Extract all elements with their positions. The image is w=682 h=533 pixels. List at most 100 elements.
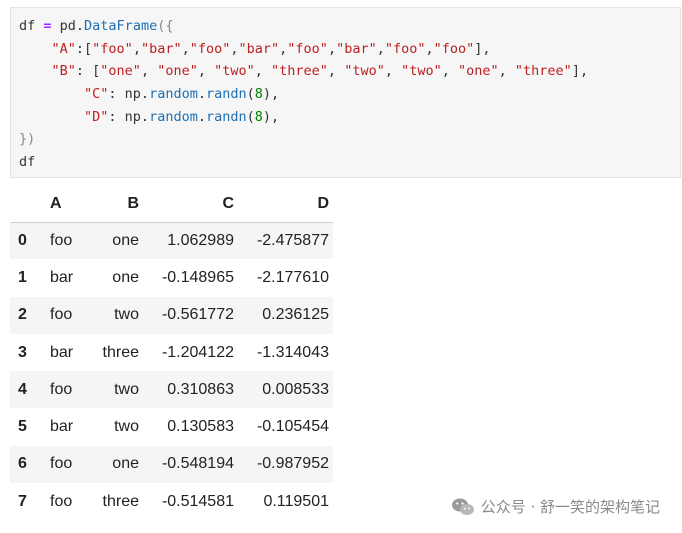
code-token: "three" <box>514 63 572 80</box>
row-index-cell: 7 <box>18 492 27 510</box>
row-index-cell: 0 <box>18 231 27 249</box>
code-token: , <box>230 40 239 57</box>
cell-d: -2.475877 <box>256 231 329 249</box>
code-token: : np. <box>108 108 150 125</box>
code-editor[interactable]: df = pd.DataFrame({ "A":["foo","bar","fo… <box>19 15 680 174</box>
dataframe-output: A B C D 0 foo one 1.062989 -2.475877 1 bar one -… <box>10 186 333 521</box>
column-header-b: B <box>87 186 143 223</box>
watermark-text: 公众号 · 舒一笑的架构笔记 <box>480 498 660 516</box>
code-token: ), <box>262 86 280 103</box>
column-header-a: A <box>42 186 87 223</box>
cell-c: -0.148965 <box>161 268 234 286</box>
code-line: "B": [ "one", "one", "two", "three", "two… <box>19 60 680 83</box>
column-header-c: C <box>143 186 238 223</box>
code-token: "B" <box>51 63 76 80</box>
row-index-cell: 3 <box>18 343 27 361</box>
code-token: "A" <box>51 40 76 57</box>
cell-c: -0.514581 <box>161 492 234 510</box>
cell-c: 0.310863 <box>167 380 234 398</box>
code-token: , <box>441 63 458 80</box>
code-token: "D" <box>84 108 109 125</box>
code-token: }) <box>19 131 36 148</box>
cell-b: three <box>102 492 139 510</box>
code-token: "one" <box>458 63 499 80</box>
cell-c: 1.062989 <box>167 231 234 249</box>
code-token: , <box>327 40 337 57</box>
code-token: "C" <box>84 86 109 103</box>
code-token: df <box>19 154 36 171</box>
code-token: df <box>19 18 44 34</box>
cell-c: 0.130583 <box>167 418 234 436</box>
cell-b: three <box>102 343 139 361</box>
code-token: , <box>132 40 141 57</box>
code-token: random <box>149 86 198 103</box>
code-token: 8 <box>254 86 263 103</box>
cell-b: two <box>114 380 139 398</box>
code-token: . <box>197 108 206 125</box>
code-token: "one" <box>157 63 198 80</box>
code-token: 8 <box>254 108 263 125</box>
code-token: ( <box>246 108 255 125</box>
code-token: : np. <box>108 86 150 103</box>
code-token: "foo" <box>384 40 426 57</box>
cell-d: 0.008533 <box>262 380 329 398</box>
cell-b: two <box>114 418 139 436</box>
code-token: , <box>425 40 434 57</box>
table-row: 4 foo two 0.310863 0.008533 <box>10 371 333 409</box>
code-cell[interactable]: df = pd.DataFrame({ "A":["foo","bar","fo… <box>10 7 681 178</box>
cell-d: -1.314043 <box>256 343 329 361</box>
cell-a: bar <box>50 343 74 361</box>
code-token: , <box>327 63 345 80</box>
code-token: "foo" <box>287 40 328 57</box>
row-index-cell: 6 <box>18 455 27 473</box>
code-token: "bar" <box>140 40 182 57</box>
wechat-icon <box>451 497 475 517</box>
code-token: . <box>197 86 206 103</box>
code-token: = <box>43 18 52 34</box>
code-token: "three" <box>271 63 328 80</box>
code-token: ], <box>571 63 589 80</box>
code-token: "foo" <box>433 40 475 57</box>
cell-a: foo <box>50 455 73 473</box>
cell-a: foo <box>50 231 73 249</box>
column-header-d: D <box>238 186 333 223</box>
code-line: }) <box>19 128 680 151</box>
code-token: , <box>384 63 402 80</box>
index-header <box>10 186 42 223</box>
table-row: 6 foo one -0.548194 -0.987952 <box>10 445 333 484</box>
code-token: random <box>149 108 198 125</box>
cell-a: bar <box>50 418 74 436</box>
code-line: "C": np.random.randn(8), <box>19 83 680 106</box>
code-token: "two" <box>401 63 442 80</box>
cell-d: -0.987952 <box>256 455 329 473</box>
row-index-cell: 4 <box>18 380 27 398</box>
code-token: "foo" <box>92 40 133 57</box>
code-token: "foo" <box>189 40 231 57</box>
cell-c: -1.204122 <box>161 343 234 361</box>
code-line: df <box>19 151 680 174</box>
table-header-row: A B C D <box>10 186 333 223</box>
code-token: , <box>181 40 190 57</box>
cell-d: 0.119501 <box>263 492 329 510</box>
code-token: :[ <box>75 40 93 57</box>
cell-d: 0.236125 <box>262 306 329 324</box>
row-index-cell: 1 <box>18 268 27 286</box>
cell-b: one <box>112 231 139 249</box>
code-token: : [ <box>75 63 101 80</box>
code-token: "bar" <box>336 40 377 57</box>
cell-b: two <box>114 306 139 324</box>
code-token: DataFrame <box>84 18 158 34</box>
code-token: "two" <box>214 63 255 80</box>
code-line: "D": np.random.randn(8), <box>19 106 680 129</box>
code-token: , <box>197 63 215 80</box>
code-token: , <box>498 63 515 80</box>
cell-a: foo <box>50 380 73 398</box>
cell-a: foo <box>50 492 73 510</box>
code-token: "bar" <box>238 40 280 57</box>
table-row: 7 foo three -0.514581 0.119501 <box>10 483 333 521</box>
cell-d: -0.105454 <box>256 418 329 436</box>
code-token: randn <box>205 86 247 103</box>
code-token: randn <box>205 108 247 125</box>
code-line: df = pd.DataFrame({ <box>19 15 680 38</box>
